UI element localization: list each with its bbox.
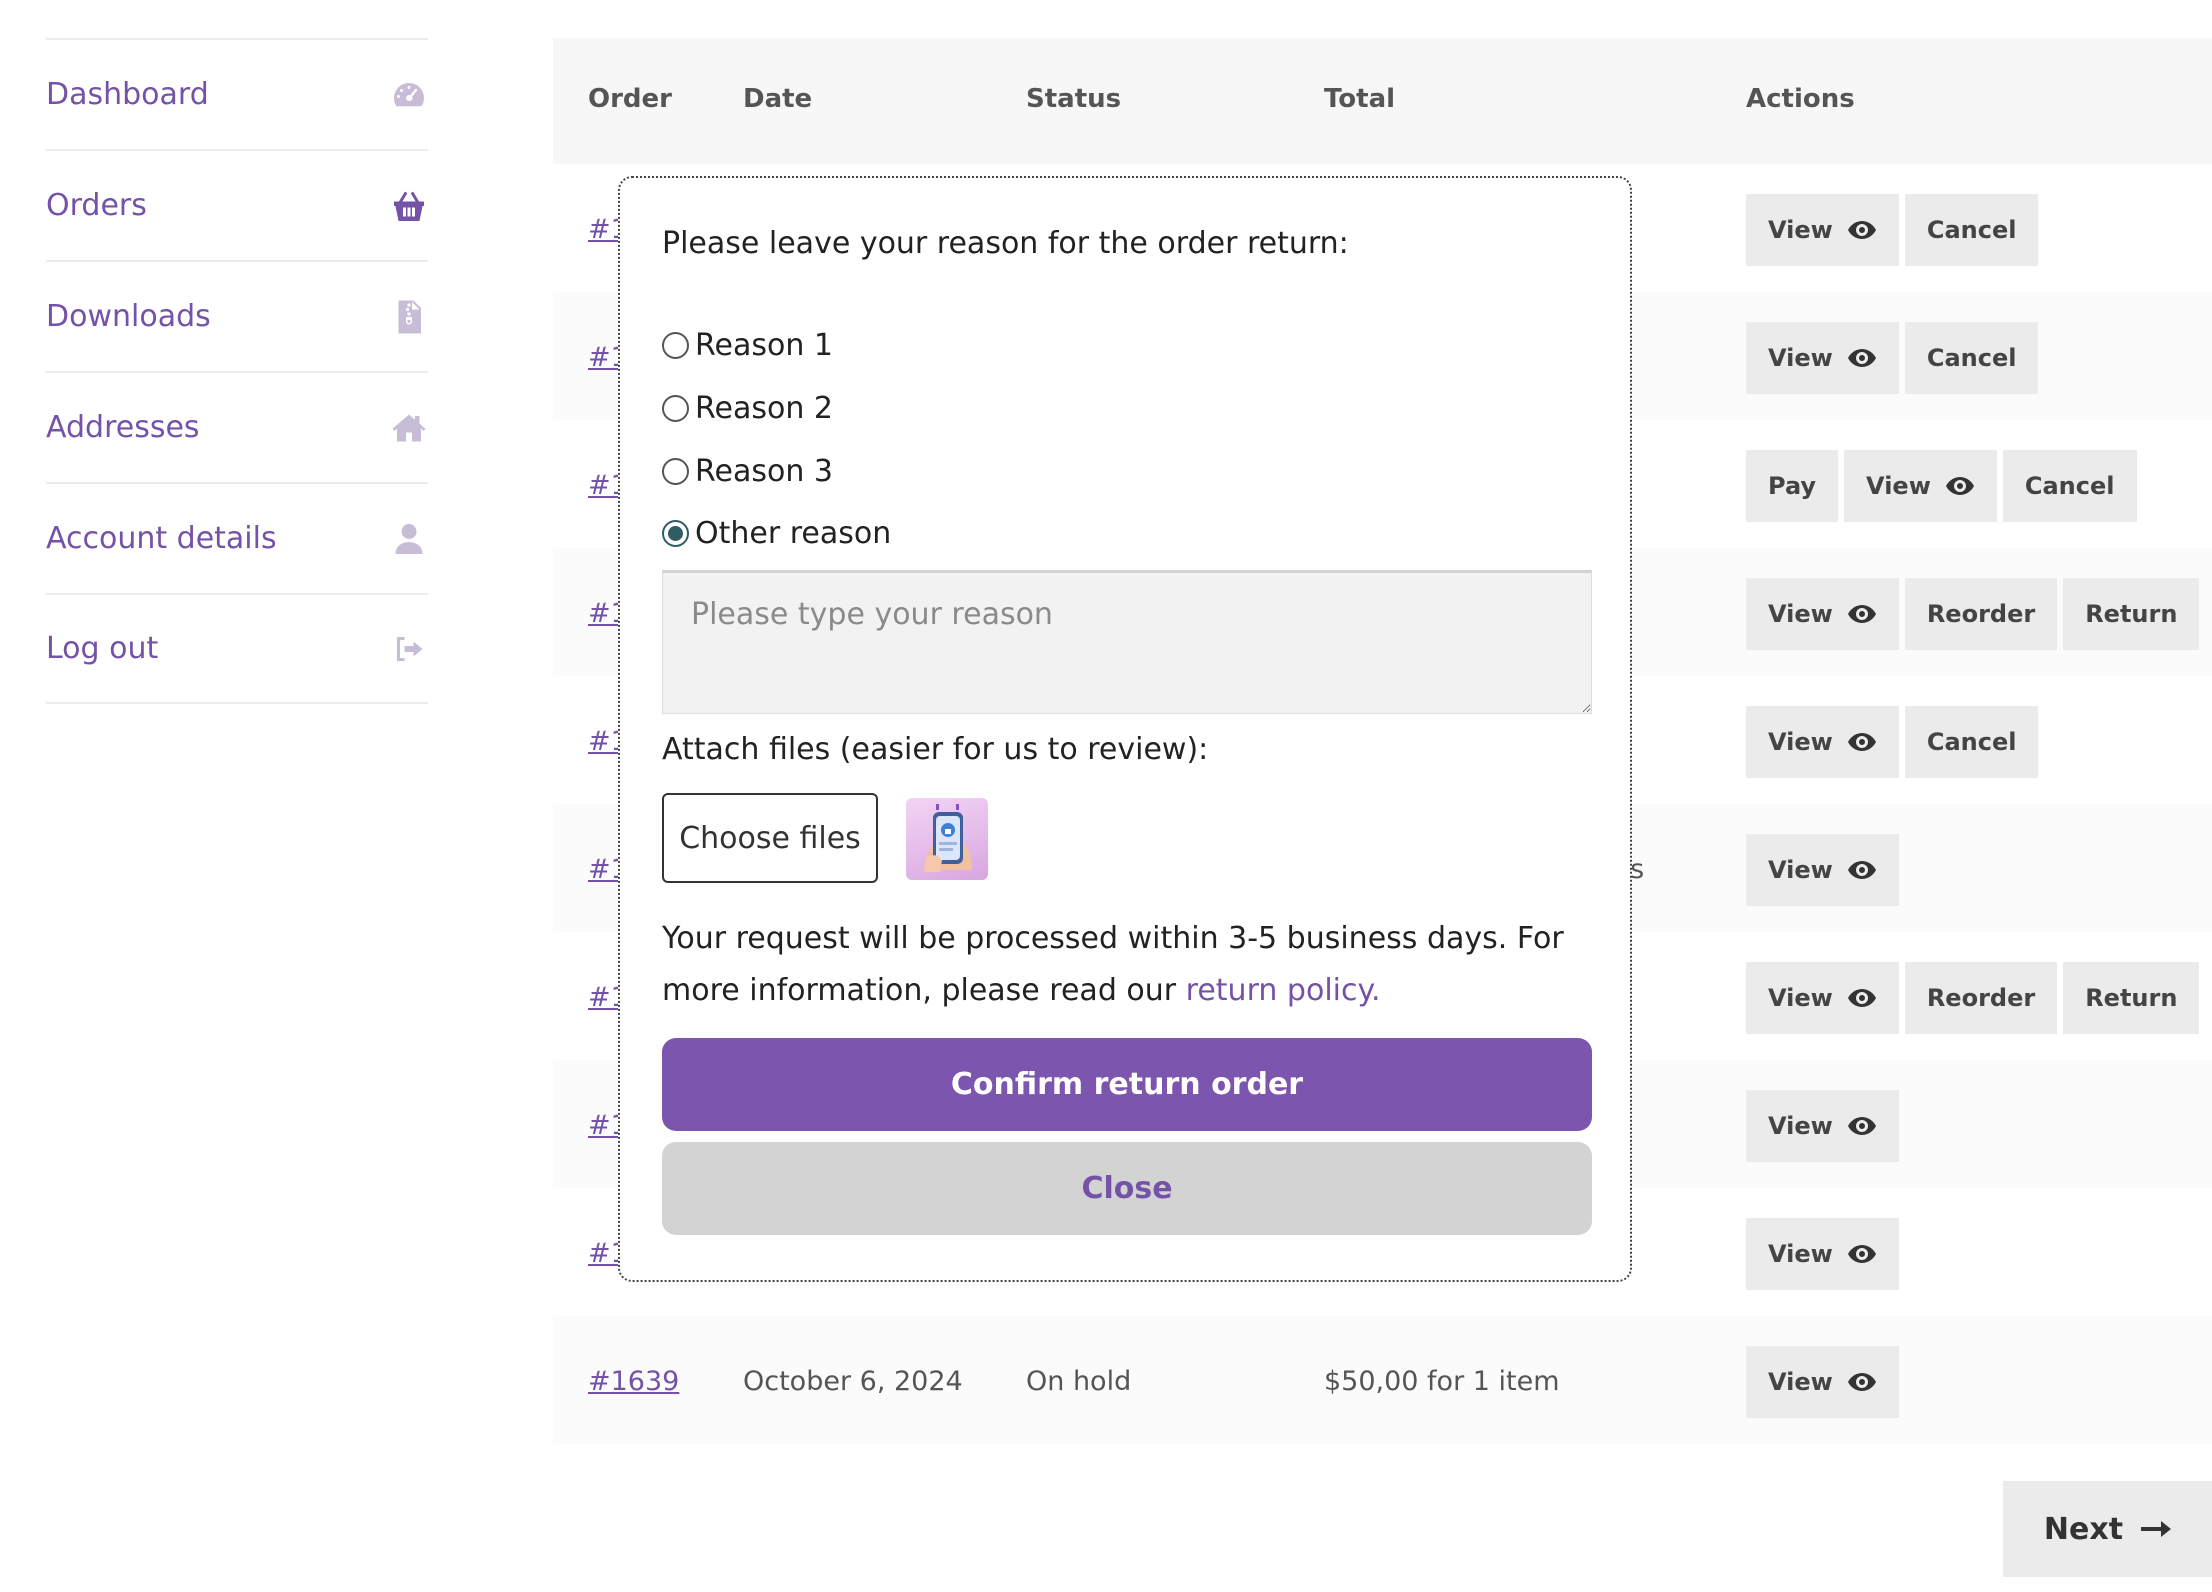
eye-icon	[1847, 733, 1876, 751]
sign-out-icon	[390, 630, 428, 668]
column-header-actions: Actions	[1746, 84, 1855, 114]
reason-label: Other reason	[695, 516, 892, 551]
radio-button-selected[interactable]	[662, 520, 689, 547]
modal-title: Please leave your reason for the order r…	[662, 226, 1349, 261]
view-label: View	[1768, 728, 1833, 756]
view-button[interactable]: View	[1746, 1346, 1899, 1418]
eye-icon	[1847, 349, 1876, 367]
file-download-icon	[390, 298, 428, 336]
column-header-total: Total	[1324, 84, 1396, 114]
table-header: Order Date Status Total Actions	[553, 38, 2212, 164]
basket-icon	[390, 187, 428, 225]
processing-notice-text: Your request will be processed within 3-…	[662, 921, 1564, 1008]
view-button[interactable]: View	[1746, 322, 1899, 394]
sidebar-item-dashboard[interactable]: Dashboard	[46, 38, 428, 149]
view-label: View	[1768, 1112, 1833, 1140]
reason-textarea[interactable]	[662, 570, 1592, 714]
view-label: View	[1768, 1368, 1833, 1396]
sidebar-item-label: Downloads	[46, 299, 211, 334]
cancel-button[interactable]: Cancel	[1904, 706, 2039, 778]
reason-label: Reason 2	[695, 391, 833, 426]
radio-button[interactable]	[662, 332, 689, 359]
view-label: View	[1768, 984, 1833, 1012]
home-icon	[390, 409, 428, 447]
sidebar-item-label: Orders	[46, 188, 147, 223]
view-label: View	[1768, 216, 1833, 244]
column-header-order: Order	[588, 84, 672, 114]
sidebar-item-log-out[interactable]: Log out	[46, 593, 428, 704]
reorder-button[interactable]: Reorder	[1904, 578, 2058, 650]
user-icon	[390, 520, 428, 558]
view-button[interactable]: View	[1746, 194, 1899, 266]
next-page-button[interactable]: Next	[2003, 1481, 2212, 1577]
view-button[interactable]: View	[1844, 450, 1997, 522]
pay-button[interactable]: Pay	[1746, 450, 1839, 522]
cancel-button[interactable]: Cancel	[1904, 194, 2039, 266]
view-button[interactable]: View	[1746, 1218, 1899, 1290]
view-button[interactable]: View	[1746, 834, 1899, 906]
reason-option-1[interactable]: Reason 1	[662, 328, 833, 363]
processing-notice: Your request will be processed within 3-…	[662, 913, 1602, 1017]
return-policy-link[interactable]: return policy.	[1186, 973, 1381, 1008]
view-label: View	[1768, 1240, 1833, 1268]
eye-icon	[1847, 1373, 1876, 1391]
order-link[interactable]: #1639	[588, 1366, 679, 1397]
eye-icon	[1847, 605, 1876, 623]
view-button[interactable]: View	[1746, 706, 1899, 778]
column-header-status: Status	[1026, 84, 1122, 114]
next-label: Next	[2043, 1511, 2124, 1547]
dashboard-icon	[390, 76, 428, 114]
sidebar-item-orders[interactable]: Orders	[46, 149, 428, 260]
view-button[interactable]: View	[1746, 962, 1899, 1034]
radio-button[interactable]	[662, 458, 689, 485]
attach-files-label: Attach files (easier for us to review):	[662, 732, 1209, 767]
arrow-right-icon	[2141, 1521, 2172, 1537]
order-date: October 6, 2024	[743, 1366, 963, 1397]
view-button[interactable]: View	[1746, 578, 1899, 650]
view-label: View	[1866, 472, 1931, 500]
view-label: View	[1768, 344, 1833, 372]
return-button[interactable]: Return	[2063, 962, 2200, 1034]
reason-option-2[interactable]: Reason 2	[662, 391, 833, 426]
eye-icon	[1847, 1245, 1876, 1263]
close-modal-button[interactable]: Close	[662, 1142, 1592, 1235]
eye-icon	[1847, 861, 1876, 879]
reason-label: Reason 1	[695, 328, 833, 363]
return-order-modal: Please leave your reason for the order r…	[618, 176, 1632, 1282]
return-button[interactable]: Return	[2063, 578, 2200, 650]
reorder-button[interactable]: Reorder	[1904, 962, 2058, 1034]
sidebar-item-label: Account details	[46, 521, 277, 556]
account-sidebar: Dashboard Orders Downloads Addresses Acc…	[46, 38, 428, 704]
eye-icon	[1847, 1117, 1876, 1135]
sidebar-item-label: Log out	[46, 631, 159, 666]
radio-button[interactable]	[662, 395, 689, 422]
phone-in-hand-icon	[924, 804, 972, 872]
sidebar-item-account-details[interactable]: Account details	[46, 482, 428, 593]
attached-file-thumbnail	[906, 798, 988, 880]
view-label: View	[1768, 600, 1833, 628]
order-status: On hold	[1026, 1366, 1132, 1397]
sidebar-item-label: Dashboard	[46, 77, 209, 112]
cancel-button[interactable]: Cancel	[2002, 450, 2137, 522]
cancel-button[interactable]: Cancel	[1904, 322, 2039, 394]
column-header-date: Date	[743, 84, 813, 114]
sidebar-item-downloads[interactable]: Downloads	[46, 260, 428, 371]
view-label: View	[1768, 856, 1833, 884]
sidebar-item-label: Addresses	[46, 410, 200, 445]
eye-icon	[1847, 989, 1876, 1007]
sidebar-item-addresses[interactable]: Addresses	[46, 371, 428, 482]
reason-option-other[interactable]: Other reason	[662, 516, 891, 551]
eye-icon	[1945, 477, 1974, 495]
reason-option-3[interactable]: Reason 3	[662, 454, 833, 489]
order-total: $50,00 for 1 item	[1324, 1366, 1560, 1397]
confirm-return-button[interactable]: Confirm return order	[662, 1038, 1592, 1131]
choose-files-button[interactable]: Choose files	[662, 793, 878, 883]
eye-icon	[1847, 221, 1876, 239]
table-row: #1639 October 6, 2024 On hold $50,00 for…	[553, 1316, 2212, 1444]
reason-label: Reason 3	[695, 454, 833, 489]
view-button[interactable]: View	[1746, 1090, 1899, 1162]
